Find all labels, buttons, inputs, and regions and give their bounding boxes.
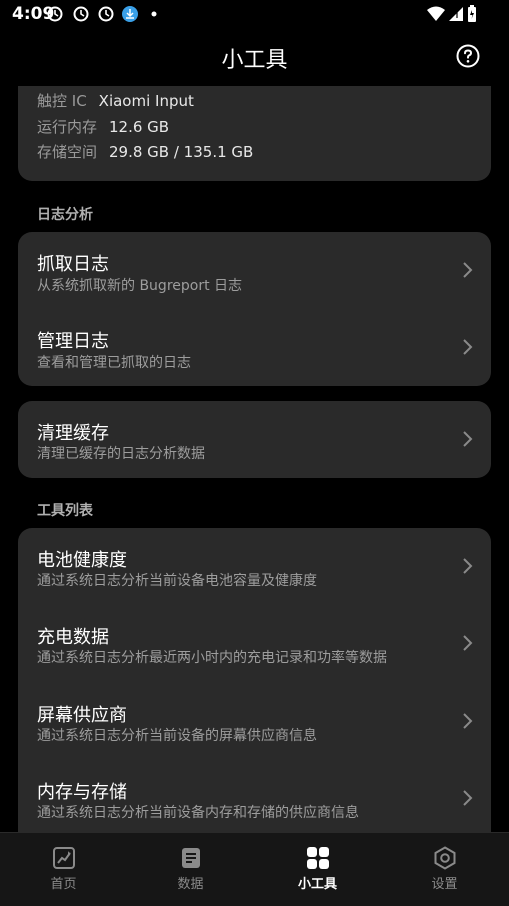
device-info-card: 触控 IC Xiaomi Input 运行内存 12.6 GB 存储空间 29.8 G… (18, 86, 491, 181)
info-label: 触控 IC (37, 92, 87, 110)
info-label: 存储空间 (37, 143, 98, 161)
sync-icon-2 (73, 6, 89, 22)
chevron-right-icon (463, 558, 473, 574)
info-value: 12.6 GB (109, 118, 170, 136)
chevron-right-icon (463, 713, 473, 729)
wifi-icon (427, 6, 445, 21)
list-item-battery-health[interactable]: 电池健康度 通过系统日志分析当前设备电池容量及健康度 (18, 528, 491, 605)
chevron-right-icon (463, 635, 473, 651)
sync-icon (47, 6, 63, 22)
notification-dot-icon (151, 11, 157, 17)
info-row-ram: 运行内存 12.6 GB (37, 116, 169, 137)
nav-item-tools[interactable]: 小工具 (254, 833, 381, 906)
nav-label: 设置 (431, 877, 458, 892)
chevron-right-icon (463, 790, 473, 806)
section-header-tools: 工具列表 (37, 503, 93, 519)
item-subtitle: 从系统抓取新的 Bugreport 日志 (37, 278, 243, 294)
help-icon[interactable] (456, 44, 480, 68)
list-item-memory-storage[interactable]: 内存与存储 通过系统日志分析当前设备内存和存储的供应商信息 (18, 760, 491, 832)
chevron-right-icon (463, 262, 473, 278)
bottom-nav: 首页 数据 小工具 设置 (0, 832, 509, 906)
hexagon-settings-icon (434, 846, 456, 870)
info-value: 29.8 GB / 135.1 GB (109, 143, 254, 161)
item-title: 内存与存储 (37, 782, 127, 803)
nav-label: 数据 (177, 877, 204, 892)
app-bar: 小工具 (0, 30, 509, 82)
list-item-capture-log[interactable]: 抓取日志 从系统抓取新的 Bugreport 日志 (18, 232, 491, 309)
clear-cache-card[interactable]: 清理缓存 清理已缓存的日志分析数据 (18, 401, 491, 478)
list-item-manage-log[interactable]: 管理日志 查看和管理已抓取的日志 (18, 309, 491, 386)
document-icon (182, 848, 200, 868)
item-subtitle: 通过系统日志分析当前设备的屏幕供应商信息 (37, 728, 317, 744)
nav-item-settings[interactable]: 设置 (381, 833, 508, 906)
info-value: Xiaomi Input (98, 92, 194, 110)
chevron-right-icon (463, 339, 473, 355)
nav-label: 小工具 (297, 877, 337, 892)
item-subtitle: 查看和管理已抓取的日志 (37, 355, 191, 371)
item-title: 电池健康度 (37, 550, 127, 571)
signal-icon (449, 7, 463, 21)
item-title: 充电数据 (37, 627, 109, 648)
list-item-screen-supplier[interactable]: 屏幕供应商 通过系统日志分析当前设备的屏幕供应商信息 (18, 683, 491, 760)
chevron-right-icon (463, 431, 473, 447)
item-subtitle: 通过系统日志分析当前设备电池容量及健康度 (37, 573, 317, 589)
sync-icon-3 (98, 6, 114, 22)
item-title: 清理缓存 (37, 423, 109, 444)
home-chart-icon (53, 847, 75, 869)
status-bar: 4:09 (0, 0, 509, 28)
item-title: 管理日志 (37, 331, 109, 352)
grid-icon (307, 847, 329, 869)
section-header-log: 日志分析 (37, 207, 93, 223)
nav-item-home[interactable]: 首页 (0, 833, 127, 906)
info-label: 运行内存 (37, 118, 98, 136)
download-app-icon (122, 6, 138, 22)
log-card: 抓取日志 从系统抓取新的 Bugreport 日志 管理日志 查看和管理已抓取的… (18, 232, 491, 386)
item-subtitle: 清理已缓存的日志分析数据 (37, 446, 205, 462)
info-row-touch-ic: 触控 IC Xiaomi Input (37, 90, 194, 111)
nav-label: 首页 (50, 877, 77, 892)
item-subtitle: 通过系统日志分析当前设备内存和存储的供应商信息 (37, 805, 359, 821)
item-title: 抓取日志 (37, 254, 109, 275)
page-title: 小工具 (221, 48, 288, 73)
item-subtitle: 通过系统日志分析最近两小时内的充电记录和功率等数据 (37, 650, 387, 666)
main-content[interactable]: 触控 IC Xiaomi Input 运行内存 12.6 GB 存储空间 29.8 G… (0, 86, 509, 832)
tools-card: 电池健康度 通过系统日志分析当前设备电池容量及健康度 充电数据 通过系统日志分析… (18, 528, 491, 832)
item-title: 屏幕供应商 (37, 705, 127, 726)
nav-item-data[interactable]: 数据 (127, 833, 254, 906)
list-item-charging-data[interactable]: 充电数据 通过系统日志分析最近两小时内的充电记录和功率等数据 (18, 605, 491, 682)
battery-icon (468, 5, 476, 22)
info-row-storage: 存储空间 29.8 GB / 135.1 GB (37, 141, 253, 162)
